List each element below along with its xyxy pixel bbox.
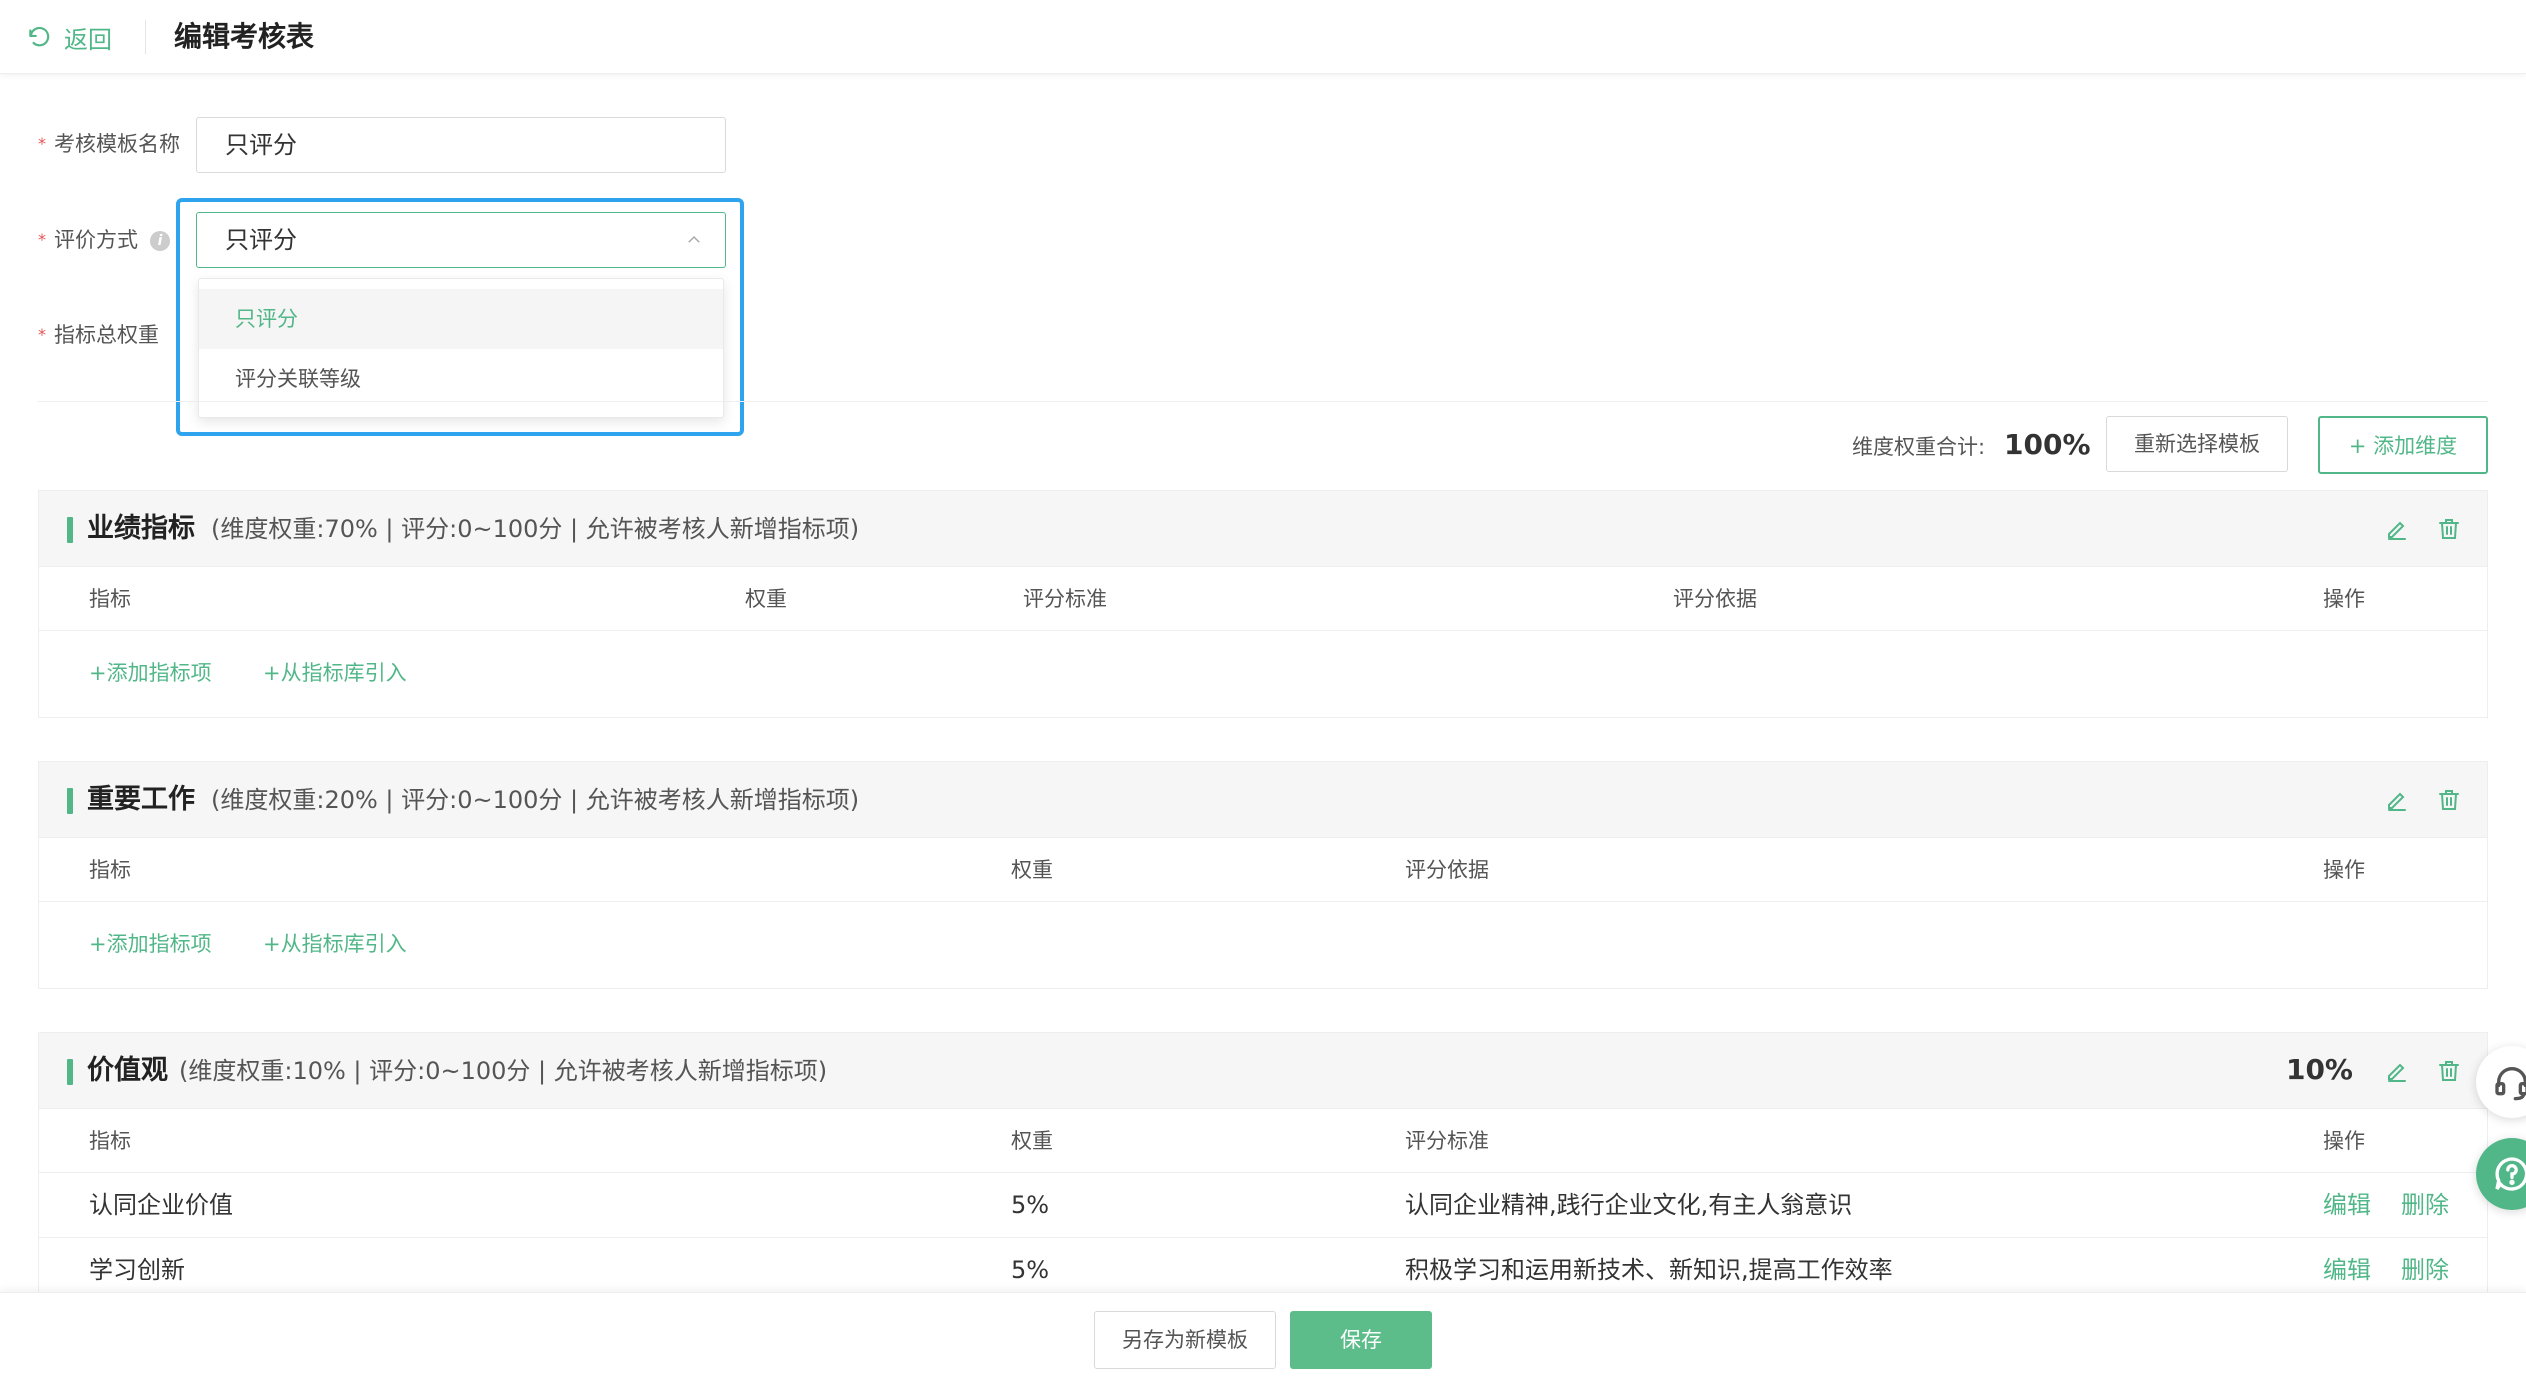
trash-icon[interactable] xyxy=(2437,1059,2461,1083)
indicator-weight: 5% xyxy=(1011,1191,1050,1219)
row-edit-link[interactable]: 编辑 xyxy=(2323,1188,2371,1222)
import-from-library-link[interactable]: +从指标库引入 xyxy=(263,658,407,688)
plus-icon: + xyxy=(263,932,281,956)
section-accent-bar xyxy=(67,1059,73,1085)
template-name-input[interactable]: 只评分 xyxy=(196,117,726,173)
weight-sum-label: 维度权重合计: xyxy=(1852,435,1986,459)
column-header: 权重 xyxy=(1011,1129,1053,1153)
weight-sum-value: 100% xyxy=(2004,428,2091,461)
form-divider xyxy=(38,401,2488,402)
footer-bar: 另存为新模板 保存 xyxy=(0,1292,2526,1382)
import-from-library-link[interactable]: +从指标库引入 xyxy=(263,929,407,959)
eval-method-label: * 评价方式 i xyxy=(38,225,170,255)
section-performance: 业绩指标 (维度权重:70% | 评分:0~100分 | 允许被考核人新增指标项… xyxy=(38,490,2488,718)
column-header: 操作 xyxy=(2323,587,2365,611)
info-icon[interactable]: i xyxy=(150,231,170,251)
column-header: 指标 xyxy=(89,587,131,611)
page: 返回 编辑考核表 * 考核模板名称 只评分 * 评价方式 i 只评分 只评分 评分关联… xyxy=(0,0,2526,1382)
required-mark: * xyxy=(38,230,46,249)
table-row: 认同企业价值 5% 认同企业精神,践行企业文化,有主人翁意识 编辑 删除 xyxy=(39,1173,2487,1238)
option-score-only[interactable]: 只评分 xyxy=(199,289,723,349)
edit-icon[interactable] xyxy=(2385,1059,2409,1083)
column-header: 评分标准 xyxy=(1405,1129,1489,1153)
add-dimension-button[interactable]: + 添加维度 xyxy=(2318,416,2488,474)
section-header: 业绩指标 (维度权重:70% | 评分:0~100分 | 允许被考核人新增指标项… xyxy=(39,491,2487,567)
section-title: 重要工作 xyxy=(87,784,195,815)
row-edit-link[interactable]: 编辑 xyxy=(2323,1253,2371,1287)
indicator-name: 学习创新 xyxy=(89,1256,185,1284)
add-item-link[interactable]: +添加指标项 xyxy=(89,658,212,688)
eval-method-select[interactable]: 只评分 xyxy=(196,212,726,268)
chevron-up-icon xyxy=(688,235,700,243)
section-header: 价值观 (维度权重:10% | 评分:0~100分 | 允许被考核人新增指标项)… xyxy=(39,1033,2487,1109)
section-accent-bar xyxy=(67,788,73,814)
edit-icon[interactable] xyxy=(2385,788,2409,812)
column-header-row: 指标 权重 评分标准 操作 xyxy=(39,1109,2487,1173)
top-bar: 返回 编辑考核表 xyxy=(0,0,2526,74)
section-meta: (维度权重:70% | 评分:0~100分 | 允许被考核人新增指标项) xyxy=(211,515,860,543)
indicator-name: 认同企业价值 xyxy=(89,1191,233,1219)
row-delete-link[interactable]: 删除 xyxy=(2401,1188,2449,1222)
back-arrow-icon xyxy=(29,26,50,47)
save-as-template-button[interactable]: 另存为新模板 xyxy=(1094,1311,1276,1369)
indicator-standard: 认同企业精神,践行企业文化,有主人翁意识 xyxy=(1405,1191,1853,1219)
column-header: 指标 xyxy=(89,1129,131,1153)
template-name-label: * 考核模板名称 xyxy=(38,132,180,156)
section-title: 价值观 xyxy=(87,1055,168,1086)
indicator-standard: 积极学习和运用新技术、新知识,提高工作效率 xyxy=(1405,1256,1893,1284)
plus-icon: + xyxy=(89,932,107,956)
header-divider xyxy=(145,20,146,54)
section-header: 重要工作 (维度权重:20% | 评分:0~100分 | 允许被考核人新增指标项… xyxy=(39,762,2487,838)
help-chat-icon xyxy=(2495,1157,2526,1191)
section-meta: (维度权重:20% | 评分:0~100分 | 允许被考核人新增指标项) xyxy=(211,786,860,814)
plus-icon: + xyxy=(89,661,107,685)
plus-icon: + xyxy=(263,661,281,685)
add-item-link[interactable]: +添加指标项 xyxy=(89,929,212,959)
back-button[interactable]: 返回 xyxy=(26,18,112,56)
column-header: 操作 xyxy=(2323,1129,2365,1153)
section-actions: +添加指标项 +从指标库引入 xyxy=(39,902,2487,986)
trash-icon[interactable] xyxy=(2437,517,2461,541)
page-title: 编辑考核表 xyxy=(174,20,315,53)
column-header: 评分依据 xyxy=(1405,858,1489,882)
section-actions: +添加指标项 +从指标库引入 xyxy=(39,631,2487,715)
column-header: 评分依据 xyxy=(1673,587,1757,611)
edit-icon[interactable] xyxy=(2385,517,2409,541)
section-accent-bar xyxy=(67,517,73,543)
total-weight-label: * 指标总权重 xyxy=(38,323,159,347)
column-header-row: 指标 权重 评分标准 评分依据 操作 xyxy=(39,567,2487,631)
back-label: 返回 xyxy=(64,25,112,54)
row-delete-link[interactable]: 删除 xyxy=(2401,1253,2449,1287)
section-weight-total: 10% xyxy=(2285,1053,2353,1086)
column-header-row: 指标 权重 评分依据 操作 xyxy=(39,838,2487,902)
save-button[interactable]: 保存 xyxy=(1290,1311,1432,1369)
eval-method-value: 只评分 xyxy=(225,226,297,254)
column-header: 评分标准 xyxy=(1023,587,1107,611)
trash-icon[interactable] xyxy=(2437,788,2461,812)
column-header: 权重 xyxy=(745,587,787,611)
section-meta: (维度权重:10% | 评分:0~100分 | 允许被考核人新增指标项) xyxy=(179,1057,828,1085)
reselect-template-button[interactable]: 重新选择模板 xyxy=(2106,416,2288,472)
option-score-with-level[interactable]: 评分关联等级 xyxy=(199,349,723,409)
column-header: 指标 xyxy=(89,858,131,882)
required-mark: * xyxy=(38,134,46,153)
section-title: 业绩指标 xyxy=(87,513,195,544)
column-header: 权重 xyxy=(1011,858,1053,882)
plus-icon: + xyxy=(2348,434,2374,458)
required-mark: * xyxy=(38,325,46,344)
eval-method-dropdown: 只评分 评分关联等级 xyxy=(198,278,724,418)
column-header: 操作 xyxy=(2323,858,2365,882)
section-key-work: 重要工作 (维度权重:20% | 评分:0~100分 | 允许被考核人新增指标项… xyxy=(38,761,2488,989)
indicator-weight: 5% xyxy=(1011,1256,1050,1284)
headset-icon xyxy=(2495,1067,2526,1101)
